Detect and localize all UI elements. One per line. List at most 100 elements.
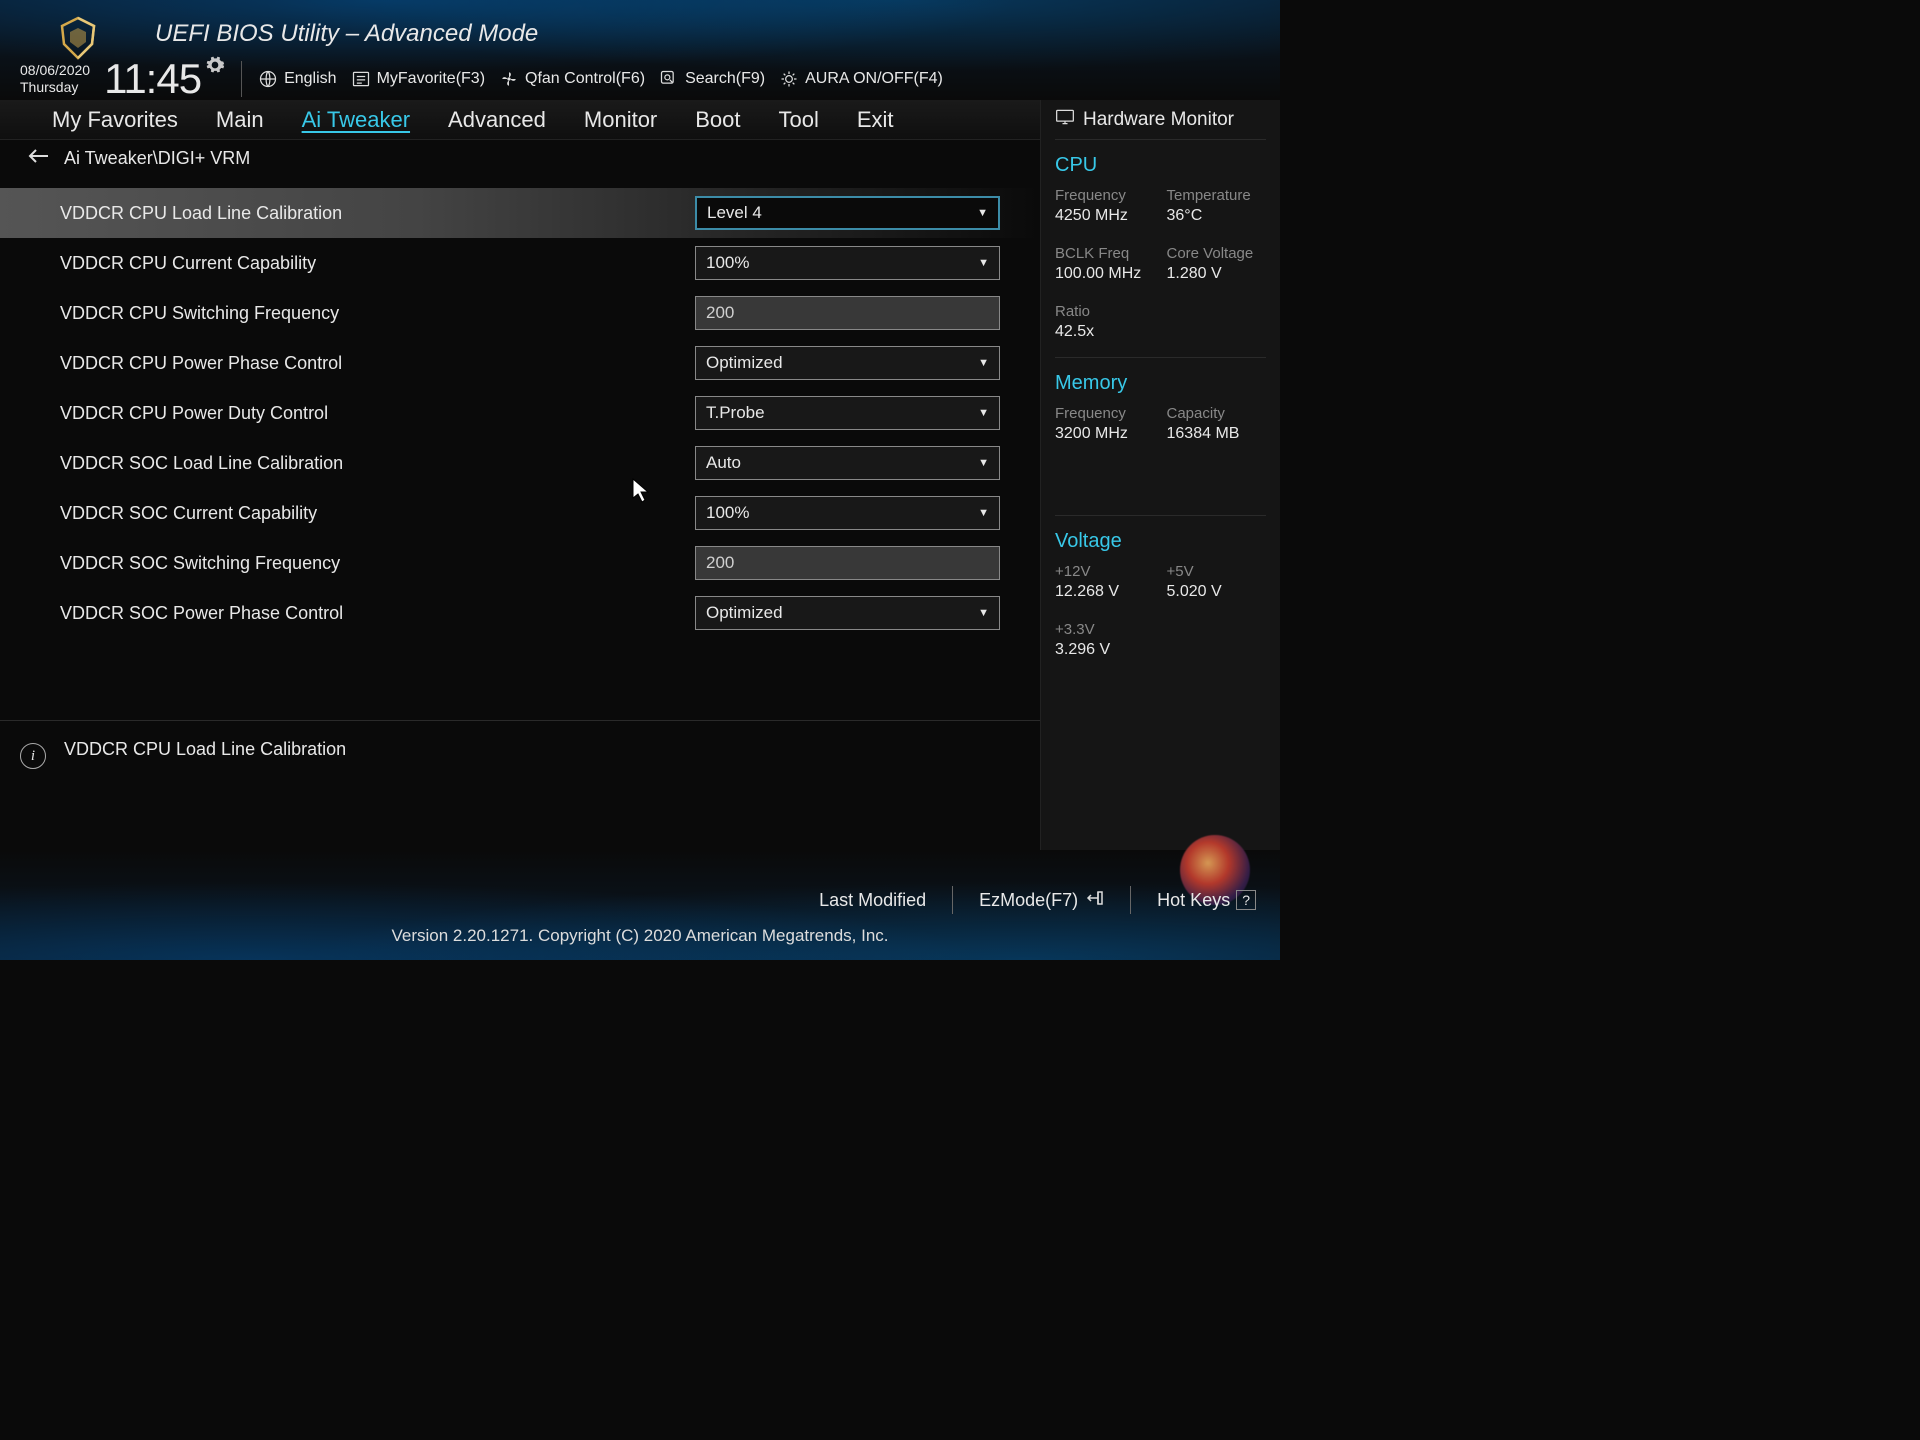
setting-label: VDDCR SOC Power Phase Control	[60, 603, 343, 624]
memory-section-title: Memory	[1055, 372, 1266, 395]
aura-label: AURA ON/OFF(F4)	[805, 70, 943, 88]
setting-row[interactable]: VDDCR SOC Current Capability 100%▼	[0, 488, 1040, 538]
hw-value: 16384 MB	[1167, 425, 1267, 443]
chevron-down-icon: ▼	[978, 457, 989, 469]
info-icon: i	[20, 743, 46, 769]
chevron-down-icon: ▼	[978, 607, 989, 619]
select-control[interactable]: Auto▼	[695, 446, 1000, 480]
setting-row[interactable]: VDDCR CPU Power Duty Control T.Probe▼	[0, 388, 1040, 438]
hw-value: 5.020 V	[1167, 583, 1267, 601]
language-label: English	[284, 70, 336, 88]
language-button[interactable]: English	[258, 69, 336, 89]
breadcrumb: Ai Tweaker\DIGI+ VRM	[28, 148, 250, 169]
search-icon	[659, 69, 679, 89]
list-icon	[351, 69, 371, 89]
aura-button[interactable]: AURA ON/OFF(F4)	[779, 69, 943, 89]
tab-monitor[interactable]: Monitor	[584, 107, 657, 133]
globe-icon	[258, 69, 278, 89]
myfavorite-label: MyFavorite(F3)	[377, 70, 485, 88]
setting-row[interactable]: VDDCR SOC Power Phase Control Optimized▼	[0, 588, 1040, 638]
chevron-down-icon: ▼	[978, 507, 989, 519]
hw-label: Ratio	[1055, 303, 1155, 320]
hardware-monitor-title: Hardware Monitor	[1055, 100, 1266, 140]
hw-value: 36°C	[1167, 207, 1267, 225]
question-icon: ?	[1236, 890, 1256, 910]
select-control[interactable]: Optimized▼	[695, 346, 1000, 380]
tab-my-favorites[interactable]: My Favorites	[52, 107, 178, 133]
hw-value: 100.00 MHz	[1055, 265, 1155, 283]
tab-main[interactable]: Main	[216, 107, 264, 133]
setting-label: VDDCR CPU Load Line Calibration	[60, 203, 342, 224]
breadcrumb-text: Ai Tweaker\DIGI+ VRM	[64, 148, 250, 169]
hardware-monitor-panel: Hardware Monitor CPU Frequency 4250 MHz T…	[1040, 100, 1280, 850]
input-control[interactable]: 200	[695, 546, 1000, 580]
nav-tabs: My Favorites Main Ai Tweaker Advanced Mo…	[0, 100, 1040, 140]
ezmode-button[interactable]: EzMode(F7)	[979, 890, 1104, 911]
hw-label: +5V	[1167, 563, 1267, 580]
setting-label: VDDCR CPU Current Capability	[60, 253, 316, 274]
tab-boot[interactable]: Boot	[695, 107, 740, 133]
setting-row[interactable]: VDDCR SOC Switching Frequency 200	[0, 538, 1040, 588]
day: Thursday	[20, 79, 90, 96]
hw-label: Temperature	[1167, 187, 1267, 204]
select-control[interactable]: Optimized▼	[695, 596, 1000, 630]
chevron-down-icon: ▼	[978, 407, 989, 419]
input-control[interactable]: 200	[695, 296, 1000, 330]
help-bar: i VDDCR CPU Load Line Calibration	[0, 720, 1040, 850]
setting-row[interactable]: VDDCR CPU Current Capability 100%▼	[0, 238, 1040, 288]
tab-advanced[interactable]: Advanced	[448, 107, 546, 133]
chevron-down-icon: ▼	[978, 257, 989, 269]
back-arrow-icon[interactable]	[28, 148, 50, 169]
monitor-icon	[1055, 108, 1075, 132]
hw-label: Capacity	[1167, 405, 1267, 422]
date: 08/06/2020	[20, 62, 90, 79]
myfavorite-button[interactable]: MyFavorite(F3)	[351, 69, 485, 89]
setting-label: VDDCR CPU Power Phase Control	[60, 353, 342, 374]
gear-icon[interactable]	[205, 55, 225, 80]
setting-label: VDDCR CPU Switching Frequency	[60, 303, 339, 324]
setting-row[interactable]: VDDCR SOC Load Line Calibration Auto▼	[0, 438, 1040, 488]
select-control[interactable]: Level 4▼	[695, 196, 1000, 230]
hw-label: +12V	[1055, 563, 1155, 580]
tab-ai-tweaker[interactable]: Ai Tweaker	[302, 107, 410, 133]
select-control[interactable]: T.Probe▼	[695, 396, 1000, 430]
setting-row[interactable]: VDDCR CPU Power Phase Control Optimized▼	[0, 338, 1040, 388]
select-control[interactable]: 100%▼	[695, 246, 1000, 280]
search-button[interactable]: Search(F9)	[659, 69, 765, 89]
hw-label: +3.3V	[1055, 621, 1155, 638]
tab-tool[interactable]: Tool	[779, 107, 819, 133]
version-text: Version 2.20.1271. Copyright (C) 2020 Am…	[391, 926, 888, 946]
hw-label: Core Voltage	[1167, 245, 1267, 262]
qfan-button[interactable]: Qfan Control(F6)	[499, 69, 645, 89]
select-control[interactable]: 100%▼	[695, 496, 1000, 530]
chevron-down-icon: ▼	[978, 357, 989, 369]
search-label: Search(F9)	[685, 70, 765, 88]
hw-value: 4250 MHz	[1055, 207, 1155, 225]
hw-value: 12.268 V	[1055, 583, 1155, 601]
hw-value: 3.296 V	[1055, 641, 1155, 659]
footer: Last Modified EzMode(F7) Hot Keys ? Vers…	[0, 850, 1280, 960]
aura-icon	[779, 69, 799, 89]
date-block: 08/06/2020 Thursday	[20, 62, 90, 96]
hw-value: 3200 MHz	[1055, 425, 1155, 443]
tab-exit[interactable]: Exit	[857, 107, 894, 133]
settings-list: VDDCR CPU Load Line Calibration Level 4▼…	[0, 188, 1040, 638]
setting-label: VDDCR SOC Load Line Calibration	[60, 453, 343, 474]
help-text: VDDCR CPU Load Line Calibration	[64, 739, 346, 832]
bios-title: UEFI BIOS Utility – Advanced Mode	[155, 20, 538, 48]
setting-label: VDDCR SOC Switching Frequency	[60, 553, 340, 574]
qfan-label: Qfan Control(F6)	[525, 70, 645, 88]
fan-icon	[499, 69, 519, 89]
hw-value: 42.5x	[1055, 323, 1155, 341]
setting-label: VDDCR SOC Current Capability	[60, 503, 317, 524]
setting-row[interactable]: VDDCR CPU Switching Frequency 200	[0, 288, 1040, 338]
hotkeys-button[interactable]: Hot Keys ?	[1157, 890, 1256, 911]
clock: 11:45	[104, 55, 201, 103]
last-modified-button[interactable]: Last Modified	[819, 890, 926, 911]
header: UEFI BIOS Utility – Advanced Mode 08/06/…	[0, 0, 1280, 100]
cpu-section-title: CPU	[1055, 154, 1266, 177]
setting-row[interactable]: VDDCR CPU Load Line Calibration Level 4▼	[0, 188, 1040, 238]
exit-icon	[1084, 890, 1104, 911]
hw-label: Frequency	[1055, 187, 1155, 204]
hw-value: 1.280 V	[1167, 265, 1267, 283]
